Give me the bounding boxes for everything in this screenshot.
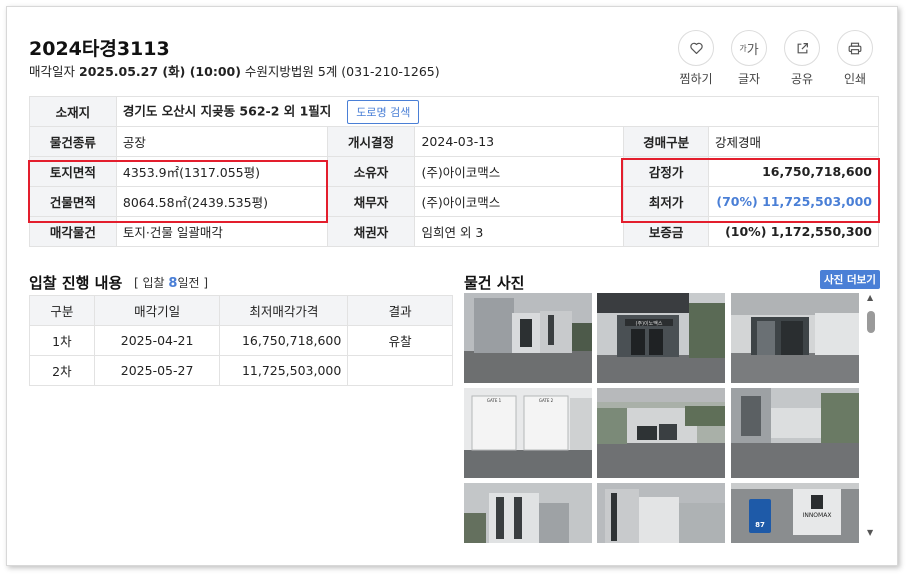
bid-price: 11,725,503,000 [219,355,349,386]
scroll-thumb[interactable] [867,311,875,333]
sale-date-label: 매각일자 [29,64,76,79]
property-photo[interactable]: (주)이노맥스 [597,293,725,383]
bid-round: 2차 [29,355,95,386]
bid-date: 2025-05-27 [93,355,221,386]
favorite-label: 찜하기 [679,72,713,86]
address-sign-text: 87 [755,521,765,529]
area-highlight-box [28,160,328,223]
case-number-title: 2024타경3113 [29,38,170,60]
creditor-value: 임희연 외 3 [414,216,625,247]
property-photo[interactable] [731,293,859,383]
property-photo[interactable] [597,483,725,543]
property-photo[interactable] [597,388,725,478]
location-address: 경기도 오산시 지곶동 562-2 외 1필지 [122,103,332,118]
share-icon[interactable] [784,30,820,66]
photos-title: 물건 사진 [464,274,525,292]
road-name-search-button[interactable]: 도로명 검색 [347,99,420,124]
property-type-header: 물건종류 [29,126,117,157]
print-button[interactable]: 인쇄 [837,30,873,87]
gate-text: GATE 1 [487,398,502,403]
company-logo-text: INNOMAX [803,512,832,519]
col-sale-date: 매각기일 [93,295,221,326]
bid-history-table: 구분 매각기일 최저매각가격 결과 1차 2025-04-21 16,750,7… [29,295,453,386]
bid-round: 1차 [29,325,95,356]
property-photo[interactable] [464,483,592,543]
scroll-up-icon[interactable]: ▲ [867,293,873,302]
storefront-sign-text: (주)이노맥스 [636,320,663,327]
property-type-value: 공장 [115,126,328,157]
creditor-header: 채권자 [326,216,416,247]
heart-icon[interactable] [678,30,714,66]
table-row: 1차 2025-04-21 16,750,718,600 유찰 [29,325,453,356]
owner-value: (주)아이코맥스 [414,156,625,187]
start-decision-value: 2024-03-13 [414,126,625,157]
more-photos-button[interactable]: 사진 더보기 [820,270,880,289]
scroll-down-icon[interactable]: ▼ [867,528,873,537]
debtor-value: (주)아이코맥스 [414,186,625,217]
location-header: 소재지 [29,96,117,127]
share-button[interactable]: 공유 [784,30,820,87]
location-cell: 경기도 오산시 지곶동 562-2 외 1필지 도로명 검색 [115,96,880,127]
debtor-header: 채무자 [326,186,416,217]
owner-header: 소유자 [326,156,416,187]
court-info: 수원지방법원 5계 (031-210-1265) [244,64,440,79]
table-row: 2차 2025-05-27 11,725,503,000 [29,355,453,386]
property-photo[interactable]: GATE 1 GATE 2 [464,388,592,478]
col-min-price: 최저매각가격 [219,295,349,326]
favorite-button[interactable]: 찜하기 [678,30,714,87]
sale-date: 2025.05.27 (화) (10:00) [79,64,241,79]
bid-result [347,355,453,386]
property-photo[interactable]: 87 INNOMAX [731,483,859,543]
property-photo[interactable] [464,293,592,383]
gallery-scrollbar[interactable]: ▲ ▼ [865,293,877,542]
start-decision-header: 개시결정 [326,126,416,157]
font-size-label: 글자 [737,72,761,86]
auction-type-header: 경매구분 [623,126,710,157]
info-row: 물건종류 공장 개시결정 2024-03-13 경매구분 강제경매 [29,126,879,157]
bid-table-header: 구분 매각기일 최저매각가격 결과 [29,295,453,326]
share-label: 공유 [790,72,814,86]
auction-type-value: 강제경매 [708,126,879,157]
photo-gallery: (주)이노맥스 GATE 1 GATE 2 87 INNOMAX [464,293,862,543]
bid-countdown: [ 입찰 8일전 ] [134,276,209,291]
print-icon[interactable] [837,30,873,66]
gate-text: GATE 2 [539,398,554,403]
font-size-button[interactable]: 가가 글자 [731,30,767,87]
font-size-icon[interactable]: 가가 [731,30,767,66]
sale-info-line: 매각일자 2025.05.27 (화) (10:00) 수원지방법원 5계 (0… [29,61,440,80]
col-round: 구분 [29,295,95,326]
bid-price: 16,750,718,600 [219,325,349,356]
bid-progress-title: 입찰 진행 내용 [29,274,123,292]
bid-result: 유찰 [347,325,453,356]
location-row: 소재지 경기도 오산시 지곶동 562-2 외 1필지 도로명 검색 [29,96,880,127]
col-result: 결과 [347,295,453,326]
property-photo[interactable] [731,388,859,478]
action-bar: 찜하기 가가 글자 공유 인쇄 [678,30,873,87]
print-label: 인쇄 [843,72,867,86]
price-highlight-box [621,158,880,223]
bid-date: 2025-04-21 [93,325,221,356]
